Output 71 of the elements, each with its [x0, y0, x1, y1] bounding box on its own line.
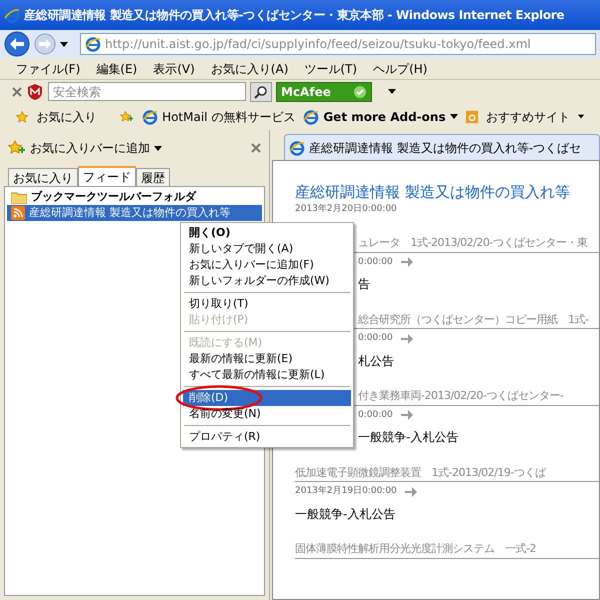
tree-item[interactable]: 産総研調達情報 製造又は物件の買入れ等 [7, 205, 262, 221]
search-icon [254, 84, 268, 98]
entry-title[interactable]: 低加速電子顕微鏡調整装置 1式-2013/02/19-つくば [295, 464, 546, 481]
e-icon [289, 140, 305, 156]
menu-item[interactable]: ファイル(F) [16, 60, 80, 78]
pane-tab[interactable]: 履歴 [136, 168, 170, 186]
mcafee-badge[interactable]: McAfee [276, 82, 372, 102]
entry-category: 札公告 [358, 354, 394, 368]
search-field[interactable]: 安全検索 [48, 82, 246, 101]
entry-date: 0:00:00 [358, 408, 393, 422]
close-icon[interactable] [12, 86, 22, 98]
menu-option[interactable]: 最新の情報に更新(E) [183, 351, 351, 367]
entry-date: 0:00:00 [358, 332, 393, 345]
arrow-icon[interactable] [400, 334, 413, 344]
menu-option[interactable]: 名前の変更(N) [183, 406, 351, 422]
caret-icon[interactable] [450, 114, 458, 119]
favorites-button[interactable]: お気に入り [36, 108, 96, 126]
caret-icon[interactable] [60, 42, 68, 46]
e-icon [142, 108, 158, 124]
feed-date: 2013年2月20日0:00:00 [295, 203, 398, 216]
address-field[interactable]: http://unit.aist.go.jp/fad/ci/supplyinfo/feed/seizou/tsuku-tokyo/feed.xml [80, 33, 596, 55]
feed-title[interactable]: 産総研調達情報 製造又は物件の買入れ等 [295, 181, 599, 203]
favorite-link[interactable]: Get more Add-ons [323, 108, 446, 126]
close-icon[interactable] [251, 143, 261, 153]
recommended-sites[interactable]: おすすめサイト [486, 108, 570, 126]
star-icon [16, 108, 28, 124]
bing-icon [466, 108, 478, 124]
menu-option[interactable]: お気に入りバーに追加(F) [183, 257, 351, 273]
entry-title[interactable]: 固体薄膜特性解析用分光光度計測システム 一式-2 [295, 541, 536, 558]
search-button[interactable] [250, 82, 272, 102]
pane-tab[interactable]: お気に入り [8, 168, 78, 186]
window-title: 産総研調達情報 製造又は物件の買入れ等-つくばセンター・東京本部 - Windows Internet Explore [24, 7, 564, 24]
entry-title[interactable]: ュレータ 1式-2013/02/20-つくばセンター・東 [358, 235, 588, 252]
menu-item[interactable]: 表示(V) [153, 60, 195, 78]
entry-category: 一般競争-入札公告 [358, 430, 458, 444]
entry-title[interactable]: 付き業務車両-2013/02/20-つくばセンター- [358, 388, 564, 404]
add-to-favorites-bar-button[interactable]: お気に入りバーに追加 [30, 139, 150, 157]
entry-title[interactable]: 総合研究所（つくばセンター）コピー用紙 1式- [358, 312, 588, 328]
caret-icon[interactable] [154, 146, 162, 150]
add-favorite-icon[interactable] [120, 108, 134, 124]
add-favorite-icon [8, 140, 26, 156]
pane-tab[interactable]: フィード [78, 166, 136, 186]
menu-item[interactable]: お気に入り(A) [210, 60, 288, 78]
page-icon [85, 36, 101, 52]
page-tab[interactable]: 産総研調達情報 製造又は物件の買入れ等-つくばセ [284, 134, 600, 160]
menu-item[interactable]: ツール(T) [304, 60, 358, 78]
entry-category: 告 [358, 277, 370, 291]
back-icon[interactable] [4, 31, 30, 57]
entry-category: 一般競争-入札公告 [295, 506, 396, 520]
menu-option[interactable]: 新しいフォルダーの作成(W) [183, 273, 351, 289]
arrow-icon[interactable] [400, 257, 413, 268]
entry-date: 2013年2月19日0:00:00 [295, 485, 397, 498]
menu-option[interactable]: 新しいタブで開く(A) [183, 241, 351, 257]
menu-option[interactable]: 切り取り(T) [183, 296, 351, 312]
browser-icon [4, 7, 20, 23]
e-icon [303, 108, 320, 124]
menu-option[interactable]: すべて最新の情報に更新(L) [183, 367, 351, 383]
caret-icon[interactable] [388, 89, 396, 94]
menu-item[interactable]: 編集(E) [96, 60, 138, 78]
menu-item[interactable]: ヘルプ(H) [373, 60, 428, 78]
shield-icon [26, 82, 44, 100]
menu-option[interactable]: プロパティ(R) [183, 429, 351, 445]
entry-date: 0:00:00 [358, 256, 393, 268]
arrow-icon[interactable] [404, 486, 417, 497]
menu-option[interactable]: 開く(O) [183, 225, 351, 241]
menu-option[interactable]: 削除(D) [183, 390, 351, 406]
favorite-link[interactable]: HotMail の無料サービス [162, 108, 296, 126]
caret-icon[interactable] [578, 114, 584, 119]
arrow-icon[interactable] [400, 410, 413, 420]
feed-icon [11, 206, 25, 220]
tree-item[interactable]: ブックマークツールバーフォルダ [7, 189, 262, 205]
